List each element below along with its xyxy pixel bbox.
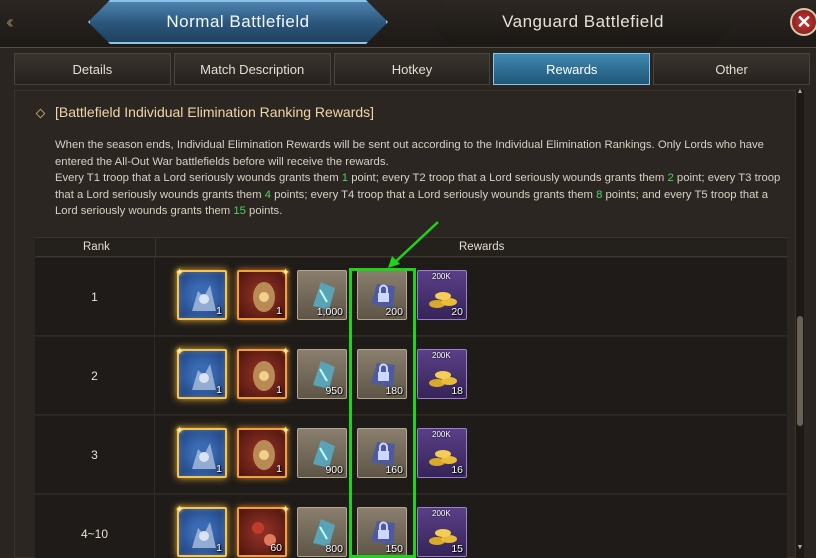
rank-cell: 3	[35, 416, 155, 494]
item-quantity: 60	[270, 542, 282, 554]
item-quantity: 1	[276, 384, 282, 396]
reward-item-relic[interactable]: ✦ 60	[237, 504, 290, 557]
tab-other-label: Other	[715, 61, 748, 77]
tab-match-description-label: Match Description	[200, 61, 305, 77]
sparkle-icon: ✦	[281, 425, 291, 437]
section-heading: [Battlefield Individual Elimination Rank…	[55, 104, 375, 120]
item-quantity: 1	[216, 305, 222, 317]
reward-item-rune-stone[interactable]: 950	[297, 349, 347, 399]
item-quantity: 1	[276, 463, 282, 475]
reward-item-gold-coins[interactable]: 200K 18	[417, 349, 467, 399]
item-quantity: 1	[276, 305, 282, 317]
tab-hotkey[interactable]: Hotkey	[333, 53, 491, 85]
close-icon: ✕	[796, 12, 812, 32]
tab-details-label: Details	[72, 61, 113, 77]
item-quantity: 1,000	[316, 306, 343, 318]
rank-cell: 2	[35, 337, 155, 415]
subtab-bar: Details Match Description Hotkey Rewards…	[14, 53, 810, 85]
sparkle-icon: ✦	[281, 267, 291, 279]
scroll-up-arrow-icon[interactable]: ▲	[796, 88, 804, 96]
t5-points: 15	[233, 205, 246, 217]
item-quantity: 900	[325, 464, 343, 476]
reward-item-hero-card[interactable]: ✦ 1	[175, 504, 227, 557]
reward-item-relic[interactable]: ✦ 1	[237, 346, 290, 399]
description-paragraph-2: Every T1 troop that a Lord seriously wou…	[55, 172, 781, 217]
item-quantity: 800	[325, 543, 343, 555]
column-header-rewards: Rewards	[459, 241, 505, 253]
back-arrows-icon: ‹‹	[6, 12, 14, 32]
item-quantity: 18	[451, 385, 463, 397]
sparkle-icon: ✦	[175, 425, 185, 437]
tab-match-description[interactable]: Match Description	[173, 53, 331, 85]
close-button[interactable]: ✕	[790, 8, 816, 36]
item-quantity: 16	[451, 464, 463, 476]
tab-normal-battlefield-label: Normal Battlefield	[166, 12, 310, 31]
item-quantity: 20	[451, 306, 463, 318]
reward-item-rune-stone[interactable]: 800	[297, 507, 347, 557]
header-divider	[155, 238, 156, 258]
reward-item-rune-stone[interactable]: 1,000	[297, 270, 347, 320]
reward-item-hero-card[interactable]: ✦ 1	[175, 267, 227, 320]
item-quantity: 1	[216, 384, 222, 396]
reward-item-rune-stone[interactable]: 900	[297, 428, 347, 478]
battlefield-tab-bar: ‹‹ Normal Battlefield Vanguard Battlefie…	[0, 0, 816, 48]
sparkle-icon: ✦	[281, 504, 291, 516]
sparkle-icon: ✦	[175, 504, 185, 516]
reward-item-hero-card[interactable]: ✦ 1	[175, 346, 227, 399]
column-header-rank: Rank	[83, 241, 110, 253]
bullet-diamond-icon	[35, 108, 46, 119]
description-paragraph-1: When the season ends, Individual Elimina…	[55, 139, 764, 168]
highlight-box	[349, 268, 416, 558]
reward-item-gold-coins[interactable]: 200K 15	[417, 507, 467, 557]
reward-item-hero-card[interactable]: ✦ 1	[175, 425, 227, 478]
item-quantity: 950	[325, 385, 343, 397]
reward-item-relic[interactable]: ✦ 1	[237, 267, 290, 320]
reward-item-gold-coins[interactable]: 200K 16	[417, 428, 467, 478]
section-description: When the season ends, Individual Elimina…	[55, 137, 785, 220]
tab-rewards-label: Rewards	[546, 61, 598, 77]
scroll-down-arrow-icon[interactable]: ▼	[796, 544, 804, 552]
rank-cell: 4~10	[35, 495, 155, 558]
tab-vanguard-battlefield[interactable]: Vanguard Battlefield	[428, 0, 738, 44]
item-quantity: 1	[216, 463, 222, 475]
tab-details[interactable]: Details	[14, 53, 171, 85]
tab-vanguard-battlefield-label: Vanguard Battlefield	[502, 12, 664, 31]
rank-cell: 1	[35, 258, 155, 336]
sparkle-icon: ✦	[175, 267, 185, 279]
tab-normal-battlefield[interactable]: Normal Battlefield	[88, 0, 388, 44]
app-root: ‹‹ Normal Battlefield Vanguard Battlefie…	[0, 0, 816, 558]
sparkle-icon: ✦	[175, 346, 185, 358]
reward-item-relic[interactable]: ✦ 1	[237, 425, 290, 478]
tab-rewards[interactable]: Rewards	[493, 53, 651, 85]
sparkle-icon: ✦	[281, 346, 291, 358]
item-quantity: 1	[216, 542, 222, 554]
item-quantity: 15	[451, 543, 463, 555]
reward-item-gold-coins[interactable]: 200K 20	[417, 270, 467, 320]
tab-other[interactable]: Other	[653, 53, 810, 85]
scrollbar-thumb[interactable]	[797, 316, 803, 426]
tab-hotkey-label: Hotkey	[391, 61, 433, 77]
table-header: Rank Rewards	[35, 237, 787, 258]
